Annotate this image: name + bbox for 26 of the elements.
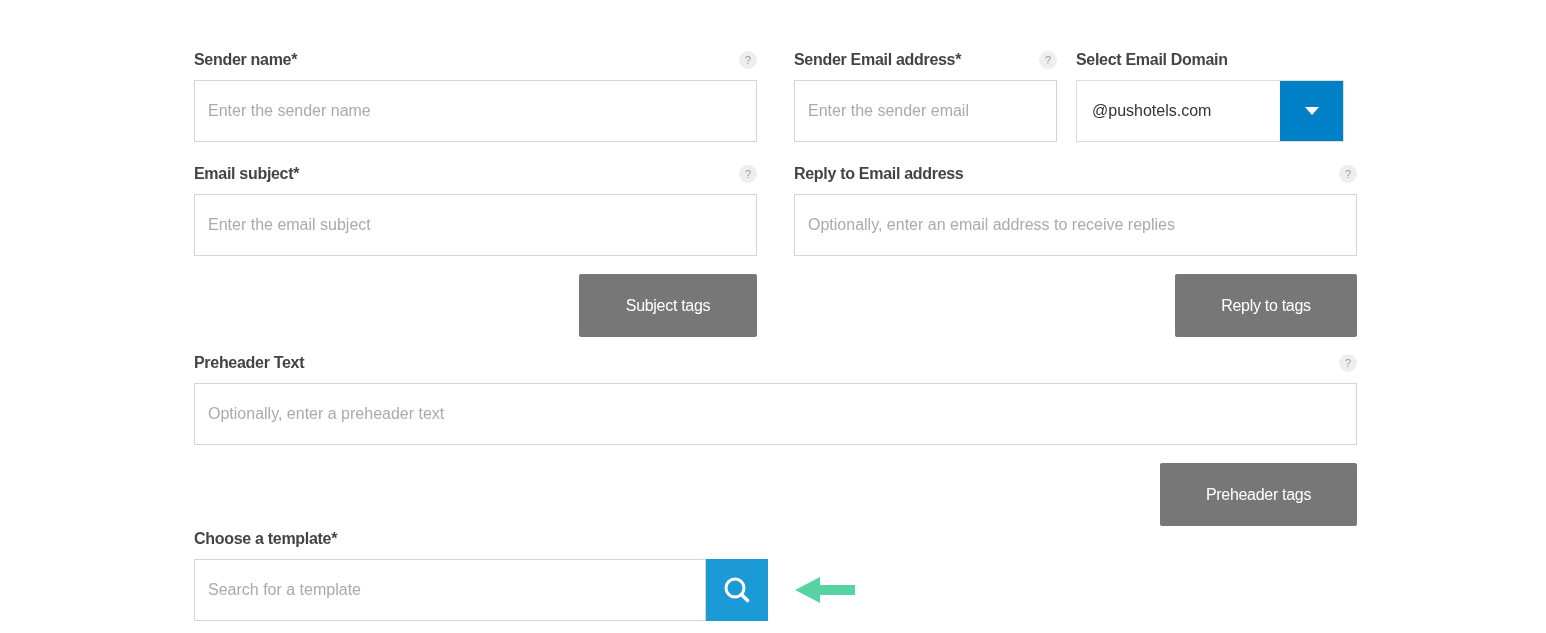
help-icon[interactable]: ? xyxy=(739,165,757,183)
help-icon[interactable]: ? xyxy=(1039,51,1057,69)
caret-icon xyxy=(1304,107,1319,115)
text-field[interactable]: Enter the email subject xyxy=(194,194,757,256)
field-label: Preheader Text xyxy=(194,354,305,372)
field-label: Select Email Domain xyxy=(1076,51,1228,69)
text-field[interactable]: Enter the sender name xyxy=(194,80,757,142)
search-icon xyxy=(723,576,751,604)
preheader-tags-button[interactable]: Preheader tags xyxy=(1160,463,1357,526)
template-search-field[interactable]: Search for a template xyxy=(194,559,706,621)
text-field[interactable]: Optionally, enter an email address to receive replies xyxy=(794,194,1357,256)
text-field[interactable]: Optionally, enter a preheader text xyxy=(194,383,1357,445)
field-label: Sender name* xyxy=(194,51,298,69)
field-label: Email subject* xyxy=(194,165,300,183)
field-label: Reply to Email address xyxy=(794,165,964,183)
field-label: Choose a template* xyxy=(194,530,338,548)
help-icon[interactable]: ? xyxy=(1339,165,1357,183)
search-button[interactable] xyxy=(706,559,768,621)
domain-select[interactable]: @pushotels.com xyxy=(1076,80,1344,142)
text-field[interactable]: Enter the sender email xyxy=(794,80,1057,142)
help-icon[interactable]: ? xyxy=(1339,354,1357,372)
reply-tags-button[interactable]: Reply to tags xyxy=(1175,274,1357,337)
field-label: Sender Email address* xyxy=(794,51,962,69)
arrow-icon xyxy=(795,575,855,605)
subject-tags-button[interactable]: Subject tags xyxy=(579,274,757,337)
help-icon[interactable]: ? xyxy=(739,51,757,69)
